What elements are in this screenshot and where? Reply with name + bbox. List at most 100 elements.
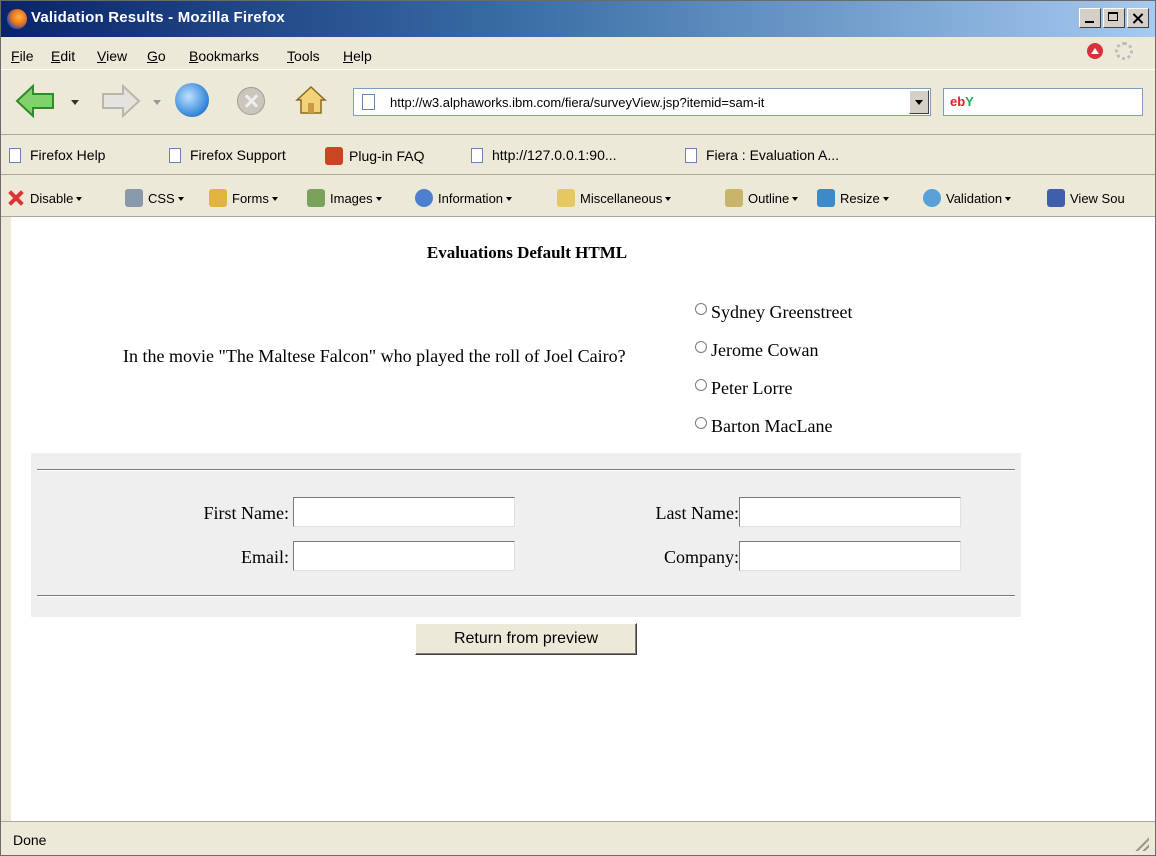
radio-button[interactable]: [695, 379, 707, 391]
page-title: Evaluations Default HTML: [426, 243, 628, 262]
radio-button[interactable]: [695, 341, 707, 353]
menu-view[interactable]: View: [97, 48, 127, 64]
bookmark-localhost[interactable]: http://127.0.0.1:90...: [471, 147, 617, 163]
company-field[interactable]: [739, 541, 961, 571]
menu-go-label: o: [157, 48, 166, 64]
minimize-button[interactable]: [1079, 8, 1101, 28]
bookmark-label: Firefox Support: [190, 147, 286, 163]
bookmark-firefox-help[interactable]: Firefox Help: [9, 147, 105, 163]
menu-edit[interactable]: Edit: [51, 48, 75, 64]
survey-question: In the movie "The Maltese Falcon" who pl…: [123, 346, 626, 366]
firefox-icon[interactable]: [7, 9, 27, 29]
email-field[interactable]: [293, 541, 515, 571]
title-bar[interactable]: Validation Results - Mozilla Firefox: [1, 1, 1155, 37]
update-alert-icon[interactable]: [1087, 43, 1103, 59]
search-bar[interactable]: ebY: [943, 88, 1143, 116]
menu-view-accel: V: [97, 48, 107, 64]
contact-form: First Name: Last Name: Email: Company:: [31, 453, 1021, 617]
divider: [37, 469, 1015, 471]
chevron-down-icon: [76, 197, 83, 201]
bookmarks-toolbar: Firefox Help Firefox Support Plug-in FAQ…: [1, 135, 1155, 175]
option-sydney-greenstreet[interactable]: Sydney Greenstreet: [695, 293, 852, 331]
status-bar: Done: [1, 821, 1155, 855]
bookmark-firefox-support[interactable]: Firefox Support: [169, 147, 286, 163]
devbar-label: Images: [330, 191, 373, 206]
menu-bar: File Edit View Go Bookmarks Tools Help: [1, 37, 1155, 69]
reload-icon[interactable]: [175, 83, 209, 117]
resize-grip-icon[interactable]: [1133, 835, 1149, 851]
resize-icon: [817, 189, 835, 207]
search-engine-icon[interactable]: ebY: [950, 94, 974, 109]
menu-tools[interactable]: Tools: [287, 48, 320, 64]
page-icon: [685, 148, 697, 163]
menu-help[interactable]: Help: [343, 48, 372, 64]
first-name-field[interactable]: [293, 497, 515, 527]
devbar-resize[interactable]: Resize: [817, 189, 889, 207]
option-label: Peter Lorre: [711, 377, 793, 398]
page-icon: [362, 94, 375, 110]
page-icon: [169, 148, 181, 163]
devbar-outline[interactable]: Outline: [725, 189, 799, 207]
devbar-miscellaneous[interactable]: Miscellaneous: [557, 189, 672, 207]
devbar-view-source[interactable]: View Sou: [1047, 189, 1125, 207]
menu-tools-label: ools: [294, 48, 320, 64]
menu-file[interactable]: File: [11, 48, 34, 64]
return-from-preview-button[interactable]: Return from preview: [415, 623, 637, 655]
option-jerome-cowan[interactable]: Jerome Cowan: [695, 331, 852, 369]
browser-window: Validation Results - Mozilla Firefox Fil…: [0, 0, 1156, 856]
address-dropdown-button[interactable]: [909, 90, 929, 114]
view-source-icon: [1047, 189, 1065, 207]
menu-edit-label: dit: [60, 48, 76, 64]
radio-button[interactable]: [695, 417, 707, 429]
miscellaneous-icon: [557, 189, 575, 207]
menu-help-label: elp: [353, 48, 372, 64]
status-text: Done: [13, 832, 47, 848]
validation-icon: [923, 189, 941, 207]
home-icon[interactable]: [295, 84, 327, 116]
chevron-down-icon: [271, 197, 278, 201]
devbar-disable[interactable]: Disable: [7, 189, 83, 207]
web-developer-toolbar: Disable CSS Forms Images Information Mis…: [1, 175, 1155, 217]
option-label: Sydney Greenstreet: [711, 301, 853, 322]
option-barton-maclane[interactable]: Barton MacLane: [695, 407, 852, 445]
chevron-down-icon: [792, 197, 799, 201]
devbar-validation[interactable]: Validation: [923, 189, 1012, 207]
menu-bookmarks-label: ookmarks: [198, 48, 260, 64]
stop-icon[interactable]: [237, 87, 265, 115]
back-arrow-icon[interactable]: [15, 84, 55, 118]
devbar-images[interactable]: Images: [307, 189, 382, 207]
forward-dropdown-icon[interactable]: [153, 100, 161, 105]
menu-file-label: ile: [19, 48, 34, 64]
menu-go-accel: G: [147, 48, 158, 64]
answer-options: Sydney Greenstreet Jerome Cowan Peter Lo…: [695, 293, 852, 445]
menu-bookmarks[interactable]: Bookmarks: [189, 48, 259, 64]
forward-arrow-icon[interactable]: [101, 84, 141, 118]
forms-icon: [209, 189, 227, 207]
devbar-label: Information: [438, 191, 504, 206]
menu-go[interactable]: Go: [147, 48, 166, 64]
menu-view-label: iew: [106, 48, 128, 64]
devbar-information[interactable]: Information: [415, 189, 513, 207]
url-text[interactable]: http://w3.alphaworks.ibm.com/fiera/surve…: [390, 95, 902, 110]
chevron-down-icon: [506, 197, 513, 201]
first-name-label: First Name:: [203, 503, 290, 523]
option-peter-lorre[interactable]: Peter Lorre: [695, 369, 852, 407]
menu-file-accel: F: [11, 48, 20, 64]
devbar-label: Miscellaneous: [580, 191, 663, 206]
maximize-button[interactable]: [1103, 8, 1125, 28]
outline-icon: [725, 189, 743, 207]
back-dropdown-icon[interactable]: [71, 100, 79, 105]
devbar-forms[interactable]: Forms: [209, 189, 278, 207]
divider: [37, 595, 1015, 597]
devbar-label: Outline: [748, 191, 790, 206]
close-window-button[interactable]: [1127, 8, 1149, 28]
bookmark-fiera-evaluation[interactable]: Fiera : Evaluation A...: [685, 147, 839, 163]
last-name-field[interactable]: [739, 497, 961, 527]
radio-button[interactable]: [695, 303, 707, 315]
bookmark-label: http://127.0.0.1:90...: [492, 147, 617, 163]
address-bar[interactable]: http://w3.alphaworks.ibm.com/fiera/surve…: [353, 88, 931, 116]
devbar-css[interactable]: CSS: [125, 189, 184, 207]
plugin-icon: [325, 147, 343, 165]
bookmark-plugin-faq[interactable]: Plug-in FAQ: [325, 147, 424, 165]
devbar-label: CSS: [148, 191, 175, 206]
